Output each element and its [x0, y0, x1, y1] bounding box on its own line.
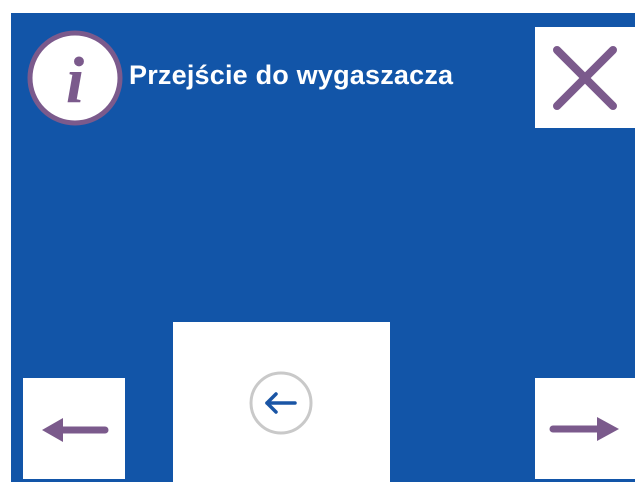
arrow-right-icon [549, 417, 619, 441]
close-button[interactable] [535, 27, 635, 128]
arrow-left-icon [42, 418, 109, 442]
close-icon [553, 46, 617, 110]
svg-text:i: i [66, 44, 85, 117]
info-icon: i [27, 30, 123, 126]
back-button[interactable] [173, 322, 390, 483]
back-arrow-circle-icon [249, 371, 313, 435]
previous-button[interactable] [23, 378, 125, 479]
dialog-title: Przejście do wygaszacza [129, 60, 454, 90]
next-button[interactable] [535, 378, 635, 479]
